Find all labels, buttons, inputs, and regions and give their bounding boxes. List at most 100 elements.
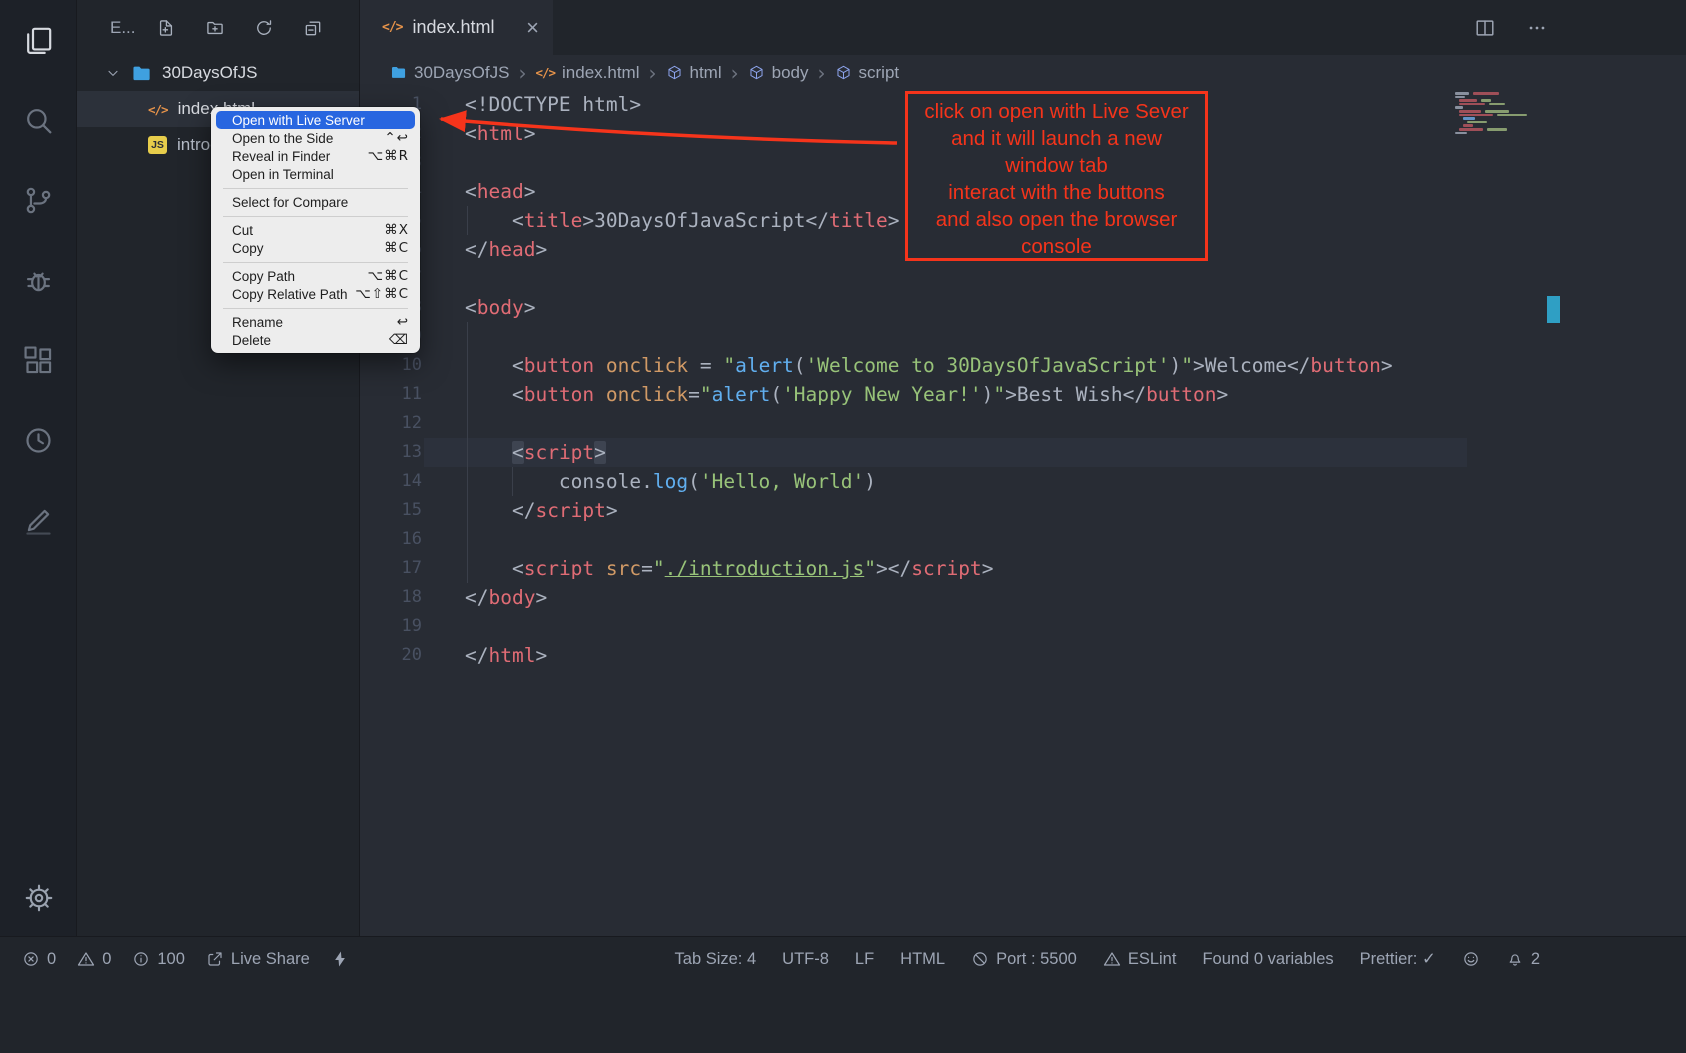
- status-tab-size-4[interactable]: Tab Size: 4: [675, 950, 757, 969]
- menu-item-select-for-compare[interactable]: Select for Compare: [216, 193, 415, 211]
- status-bolt[interactable]: [331, 950, 349, 968]
- menu-item-shortcut: ↩: [397, 314, 409, 330]
- status-error[interactable]: 0: [22, 950, 56, 969]
- menu-item-label: Rename: [232, 315, 283, 330]
- code-line[interactable]: 7: [360, 264, 1686, 293]
- code-line[interactable]: 8<body>: [360, 293, 1686, 322]
- status-liveshare[interactable]: Live Share: [206, 950, 310, 969]
- close-icon[interactable]: ×: [526, 17, 539, 39]
- code-line[interactable]: 15 </script>: [360, 496, 1686, 525]
- code-line[interactable]: 20</html>: [360, 641, 1686, 670]
- menu-item-rename[interactable]: Rename ↩: [216, 313, 415, 331]
- status-label: UTF-8: [782, 950, 829, 969]
- chevron-right-icon: ›: [731, 61, 739, 85]
- tab-index-html[interactable]: </> index.html ×: [360, 0, 553, 55]
- minimap-line: [1487, 128, 1507, 131]
- js-file-icon: JS: [148, 136, 167, 154]
- activity-bar: [0, 0, 77, 936]
- new-file-icon[interactable]: [156, 18, 176, 38]
- menu-item-open-to-the-side[interactable]: Open to the Side⌃↩: [216, 129, 415, 147]
- activity-history[interactable]: [0, 400, 77, 480]
- code-line[interactable]: 18</body>: [360, 583, 1686, 612]
- code-text: <title>30DaysOfJavaScript</title>: [465, 206, 899, 235]
- status-smiley[interactable]: [1462, 950, 1480, 968]
- bell-icon: [1506, 950, 1524, 968]
- minimap-line: [1455, 132, 1467, 135]
- collapse-all-icon[interactable]: [303, 18, 323, 38]
- menu-item-reveal-in-finder[interactable]: Reveal in Finder⌥⌘R: [216, 147, 415, 165]
- status-blocked[interactable]: Port : 5500: [971, 950, 1077, 969]
- status-lf[interactable]: LF: [855, 950, 874, 969]
- scrollbar-marker: [1547, 296, 1560, 323]
- code-text: <html>: [465, 119, 535, 148]
- line-number: 20: [360, 641, 422, 670]
- code-line[interactable]: 11 <button onclick="alert('Happy New Yea…: [360, 380, 1686, 409]
- chevron-right-icon: ›: [518, 61, 526, 85]
- status-bar: 0 0 100 Live Share Tab Size: 4 UTF-8 LF HTML Po…: [0, 936, 1686, 1053]
- menu-item-delete[interactable]: Delete⌫: [216, 331, 415, 349]
- code-line[interactable]: 13 <script>: [360, 438, 1686, 467]
- code-text: </head>: [465, 235, 547, 264]
- activity-run-debug[interactable]: [0, 240, 77, 320]
- menu-item-copy-path[interactable]: Copy Path⌥⌘C: [216, 267, 415, 285]
- menu-item-copy[interactable]: Copy⌘C: [216, 239, 415, 257]
- activity-settings[interactable]: [0, 882, 77, 914]
- status-label: ESLint: [1128, 950, 1177, 969]
- status-warning[interactable]: 0: [77, 950, 111, 969]
- menu-item-label: Copy Path: [232, 269, 295, 284]
- run-debug-icon: [22, 264, 55, 297]
- code-line[interactable]: 12: [360, 409, 1686, 438]
- activity-search[interactable]: [0, 80, 77, 160]
- breadcrumb-folder[interactable]: 30DaysOfJS: [390, 63, 509, 83]
- minimap[interactable]: [1455, 92, 1543, 212]
- breadcrumb-body[interactable]: body: [748, 63, 809, 83]
- tab-bar: </> index.html ×: [360, 0, 1686, 55]
- code-line[interactable]: 16: [360, 525, 1686, 554]
- menu-item-label: Cut: [232, 223, 253, 238]
- menu-separator: [223, 308, 408, 309]
- menu-item-copy-relative-path[interactable]: Copy Relative Path⌥⇧⌘C: [216, 285, 415, 303]
- status-bell[interactable]: 2: [1506, 950, 1540, 969]
- menu-item-open-with-live-server[interactable]: Open with Live Server: [216, 111, 415, 129]
- status-label: Found 0 variables: [1202, 950, 1333, 969]
- menu-item-open-in-terminal[interactable]: Open in Terminal: [216, 165, 415, 183]
- html-file-icon: </>: [148, 102, 168, 117]
- folder-label: 30DaysOfJS: [162, 63, 257, 83]
- code-line[interactable]: 10 <button onclick = "alert('Welcome to …: [360, 351, 1686, 380]
- status-utf-8[interactable]: UTF-8: [782, 950, 829, 969]
- code-line[interactable]: 9: [360, 322, 1686, 351]
- new-folder-icon[interactable]: [205, 18, 225, 38]
- folder-icon: [131, 63, 152, 84]
- activity-source-control[interactable]: [0, 160, 77, 240]
- status-label: LF: [855, 950, 874, 969]
- status-prettier[interactable]: Prettier: ✓: [1360, 949, 1436, 969]
- code-text: <script>: [465, 438, 606, 467]
- activity-extensions[interactable]: [0, 320, 77, 400]
- minimap-line: [1459, 110, 1481, 113]
- status-info[interactable]: 100: [132, 950, 185, 969]
- code-text: console.log('Hello, World'): [465, 467, 876, 496]
- menu-item-cut[interactable]: Cut⌘X: [216, 221, 415, 239]
- minimap-line: [1481, 99, 1491, 102]
- chevron-down-icon: [105, 65, 121, 81]
- status-html[interactable]: HTML: [900, 950, 945, 969]
- refresh-icon[interactable]: [254, 18, 274, 38]
- folder-row-30daysofjs[interactable]: 30DaysOfJS: [77, 55, 359, 91]
- split-editor-icon[interactable]: [1474, 17, 1496, 39]
- html-file-icon: </>: [382, 20, 402, 35]
- minimap-line: [1459, 114, 1493, 117]
- breadcrumb-script[interactable]: script: [835, 63, 900, 83]
- breadcrumb-file[interactable]: </> index.html: [535, 63, 639, 83]
- status-label: 0: [47, 950, 56, 969]
- code-line[interactable]: 19: [360, 612, 1686, 641]
- activity-explorer[interactable]: [0, 0, 77, 80]
- more-actions-icon[interactable]: [1526, 17, 1548, 39]
- activity-feedback[interactable]: [0, 480, 77, 560]
- breadcrumb-html[interactable]: html: [666, 63, 722, 83]
- status-warning[interactable]: ESLint: [1103, 950, 1177, 969]
- code-line[interactable]: 14 console.log('Hello, World'): [360, 467, 1686, 496]
- code-line[interactable]: 17 <script src="./introduction.js"></scr…: [360, 554, 1686, 583]
- explorer-header: E...: [77, 0, 359, 55]
- history-icon: [22, 424, 55, 457]
- status-found-0-variables[interactable]: Found 0 variables: [1202, 950, 1333, 969]
